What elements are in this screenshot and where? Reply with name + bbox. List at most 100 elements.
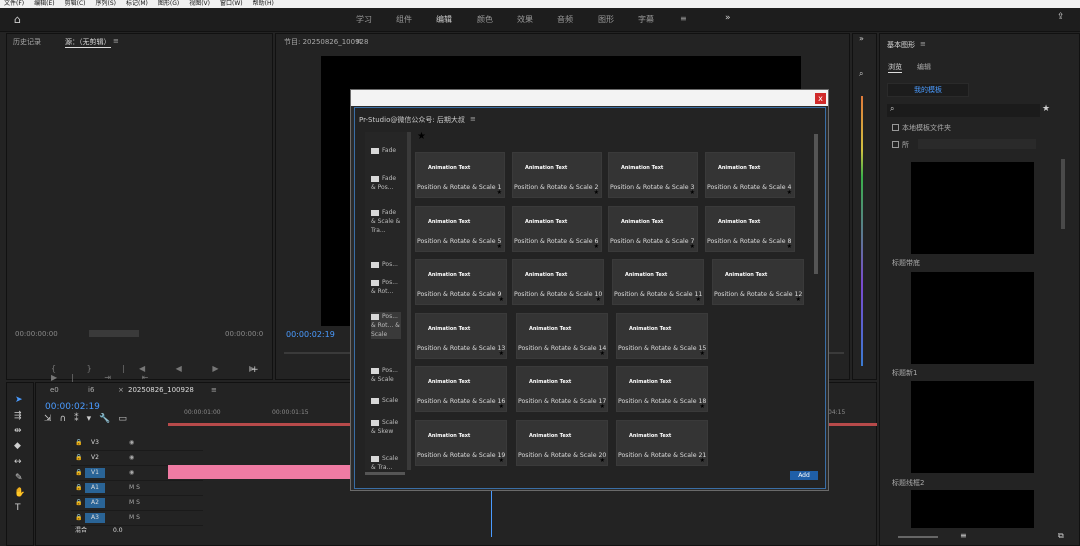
favorite-star-icon[interactable]: ★ xyxy=(497,243,502,250)
favorite-star-icon[interactable]: ★ xyxy=(796,296,801,303)
folder-item[interactable]: Scale xyxy=(371,396,401,405)
favorite-star-icon[interactable]: ★ xyxy=(499,350,504,357)
track-a2-label[interactable]: A2 xyxy=(85,498,105,508)
template-card[interactable]: Animation Text Position & Rotate & Scale … xyxy=(415,366,507,412)
folder-item[interactable]: Pos... & Rot... & Scale xyxy=(371,312,401,339)
template-card[interactable]: Animation Text Position & Rotate & Scale … xyxy=(516,420,608,466)
template-card[interactable]: Animation Text Position & Rotate & Scale … xyxy=(512,152,602,198)
template-card[interactable]: Animation Text Position & Rotate & Scale … xyxy=(616,420,708,466)
add-button-icon[interactable]: + xyxy=(251,365,259,375)
menu-window[interactable]: 窗口(W) xyxy=(220,0,243,7)
new-item-icon[interactable]: ⧉ xyxy=(1058,531,1064,541)
more-workspaces-icon[interactable]: » xyxy=(725,13,731,23)
template-thumbnail-2[interactable] xyxy=(911,272,1034,364)
ripple-edit-tool-icon[interactable]: ⇹ xyxy=(14,426,22,436)
template-card[interactable]: Animation Text Position & Rotate & Scale … xyxy=(712,259,804,305)
favorite-star-icon[interactable]: ★ xyxy=(600,403,605,410)
timeline-tab-a[interactable]: e0 xyxy=(50,386,59,394)
workspace-audio[interactable]: 音频 xyxy=(557,14,573,25)
folder-item[interactable]: Pos... xyxy=(371,260,401,269)
template-card[interactable]: Animation Text Position & Rotate & Scale … xyxy=(705,206,795,252)
favorite-star-icon[interactable]: ★ xyxy=(596,296,601,303)
source-panel-menu[interactable]: ≡ xyxy=(113,37,119,45)
template-card[interactable]: Animation Text Position & Rotate & Scale … xyxy=(705,152,795,198)
program-panel-menu[interactable]: ≡ xyxy=(356,37,362,45)
program-timecode[interactable]: 00:00:02:19 xyxy=(286,330,335,339)
panel-scrollbar[interactable] xyxy=(1061,159,1065,229)
other-checkbox[interactable] xyxy=(892,141,899,148)
folder-item[interactable]: Fade & Scale & Tra... xyxy=(371,208,401,235)
source-transport-controls[interactable]: { } |◀ ◀ ▶ ▶ ▶| ⇥ ⇤ xyxy=(51,364,272,382)
template-card[interactable]: Animation Text Position & Rotate & Scale … xyxy=(415,420,507,466)
sort-icon[interactable]: ≡ xyxy=(960,531,967,540)
template-thumbnail-3[interactable] xyxy=(911,381,1034,473)
track-v3-eye-icon[interactable]: ◉ xyxy=(129,438,134,448)
template-card[interactable]: Animation Text Position & Rotate & Scale … xyxy=(612,259,704,305)
favorite-star-icon[interactable]: ★ xyxy=(499,457,504,464)
favorite-star-icon[interactable]: ★ xyxy=(499,403,504,410)
track-a3[interactable]: 🔒 A3 M S xyxy=(71,511,203,526)
menu-edit[interactable]: 编辑(E) xyxy=(34,0,54,7)
track-a1-label[interactable]: A1 xyxy=(85,483,105,493)
track-v3[interactable]: 🔒 V3 ◉ xyxy=(71,436,203,451)
pen-tool-icon[interactable]: ✎ xyxy=(15,473,23,483)
dialog-menu[interactable]: ≡ xyxy=(470,115,476,123)
dialog-close-button[interactable]: x xyxy=(815,93,826,104)
favorite-star-icon[interactable]: ★ xyxy=(594,189,599,196)
template-card[interactable]: Animation Text Position & Rotate & Scale … xyxy=(415,313,507,359)
template-card[interactable]: Animation Text Position & Rotate & Scale … xyxy=(608,206,698,252)
favorite-star-icon[interactable]: ★ xyxy=(700,403,705,410)
template-search-input[interactable]: ⌕ xyxy=(887,104,1040,117)
expand-icon[interactable]: » xyxy=(859,34,864,43)
track-v2-eye-icon[interactable]: ◉ xyxy=(129,453,134,463)
track-a2-ms[interactable]: M S xyxy=(129,498,140,508)
track-lock-icon[interactable]: 🔒 xyxy=(75,453,82,463)
favorite-star-icon[interactable]: ★ xyxy=(600,350,605,357)
folder-item[interactable]: Scale & Skew xyxy=(371,418,401,436)
menu-graphics[interactable]: 图形(G) xyxy=(158,0,179,7)
workspace-menu[interactable]: ≡ xyxy=(680,14,687,23)
template-thumbnail-4[interactable] xyxy=(911,490,1034,528)
favorite-star-icon[interactable]: ★ xyxy=(690,243,695,250)
favorite-star-icon[interactable]: ★ xyxy=(499,296,504,303)
search-icon[interactable]: ⌕ xyxy=(859,69,863,79)
tab-source[interactable]: 源：（无剪辑） xyxy=(65,37,111,48)
menu-marker[interactable]: 标记(M) xyxy=(126,0,148,7)
track-a3-ms[interactable]: M S xyxy=(129,513,140,523)
type-tool-icon[interactable]: T xyxy=(15,503,21,513)
menu-help[interactable]: 帮助(H) xyxy=(253,0,274,7)
track-v1-label[interactable]: V1 xyxy=(85,468,105,478)
timeline-toolbar[interactable]: ⇲∩⁑▾🔧▭ xyxy=(44,414,135,424)
menu-sequence[interactable]: 序列(S) xyxy=(96,0,117,7)
favorite-star-icon[interactable]: ★ xyxy=(787,189,792,196)
razor-tool-icon[interactable]: ◆ xyxy=(14,441,21,451)
template-thumbnail-1[interactable] xyxy=(911,162,1034,254)
track-lock-icon[interactable]: 🔒 xyxy=(75,513,82,523)
tab-browse[interactable]: 浏览 xyxy=(888,62,902,73)
folder-item[interactable]: Fade & Pos... xyxy=(371,174,401,192)
timeline-tab-b[interactable]: i6 xyxy=(88,386,94,394)
track-lock-icon[interactable]: 🔒 xyxy=(75,483,82,493)
menu-view[interactable]: 视图(V) xyxy=(189,0,210,7)
thumbnail-size-slider[interactable] xyxy=(898,536,938,538)
workspace-assembly[interactable]: 组件 xyxy=(396,14,412,25)
favorite-star-icon[interactable]: ★ xyxy=(700,457,705,464)
close-tab-icon[interactable]: × xyxy=(118,386,124,394)
home-icon[interactable]: ⌂ xyxy=(14,13,21,26)
favorite-star-icon[interactable]: ★ xyxy=(690,189,695,196)
track-v2[interactable]: 🔒 V2 ◉ xyxy=(71,451,203,466)
menu-clip[interactable]: 剪辑(C) xyxy=(65,0,86,7)
my-templates-button[interactable]: 我的模板 xyxy=(887,83,969,97)
workspace-color[interactable]: 颜色 xyxy=(477,14,493,25)
timeline-clip-v1[interactable] xyxy=(168,465,352,479)
track-lock-icon[interactable]: 🔒 xyxy=(75,468,82,478)
folder-item[interactable]: Scale & Tra... xyxy=(371,454,401,472)
folder-item[interactable]: Pos... & Scale xyxy=(371,366,401,384)
track-select-tool-icon[interactable]: ⇶ xyxy=(14,411,22,421)
template-card[interactable]: Animation Text Position & Rotate & Scale … xyxy=(415,152,505,198)
workspace-effects[interactable]: 效果 xyxy=(517,14,533,25)
template-card[interactable]: Animation Text Position & Rotate & Scale … xyxy=(415,206,505,252)
favorite-star-icon[interactable]: ★ xyxy=(696,296,701,303)
add-button[interactable]: Add xyxy=(790,471,818,480)
workspace-learn[interactable]: 学习 xyxy=(356,14,372,25)
